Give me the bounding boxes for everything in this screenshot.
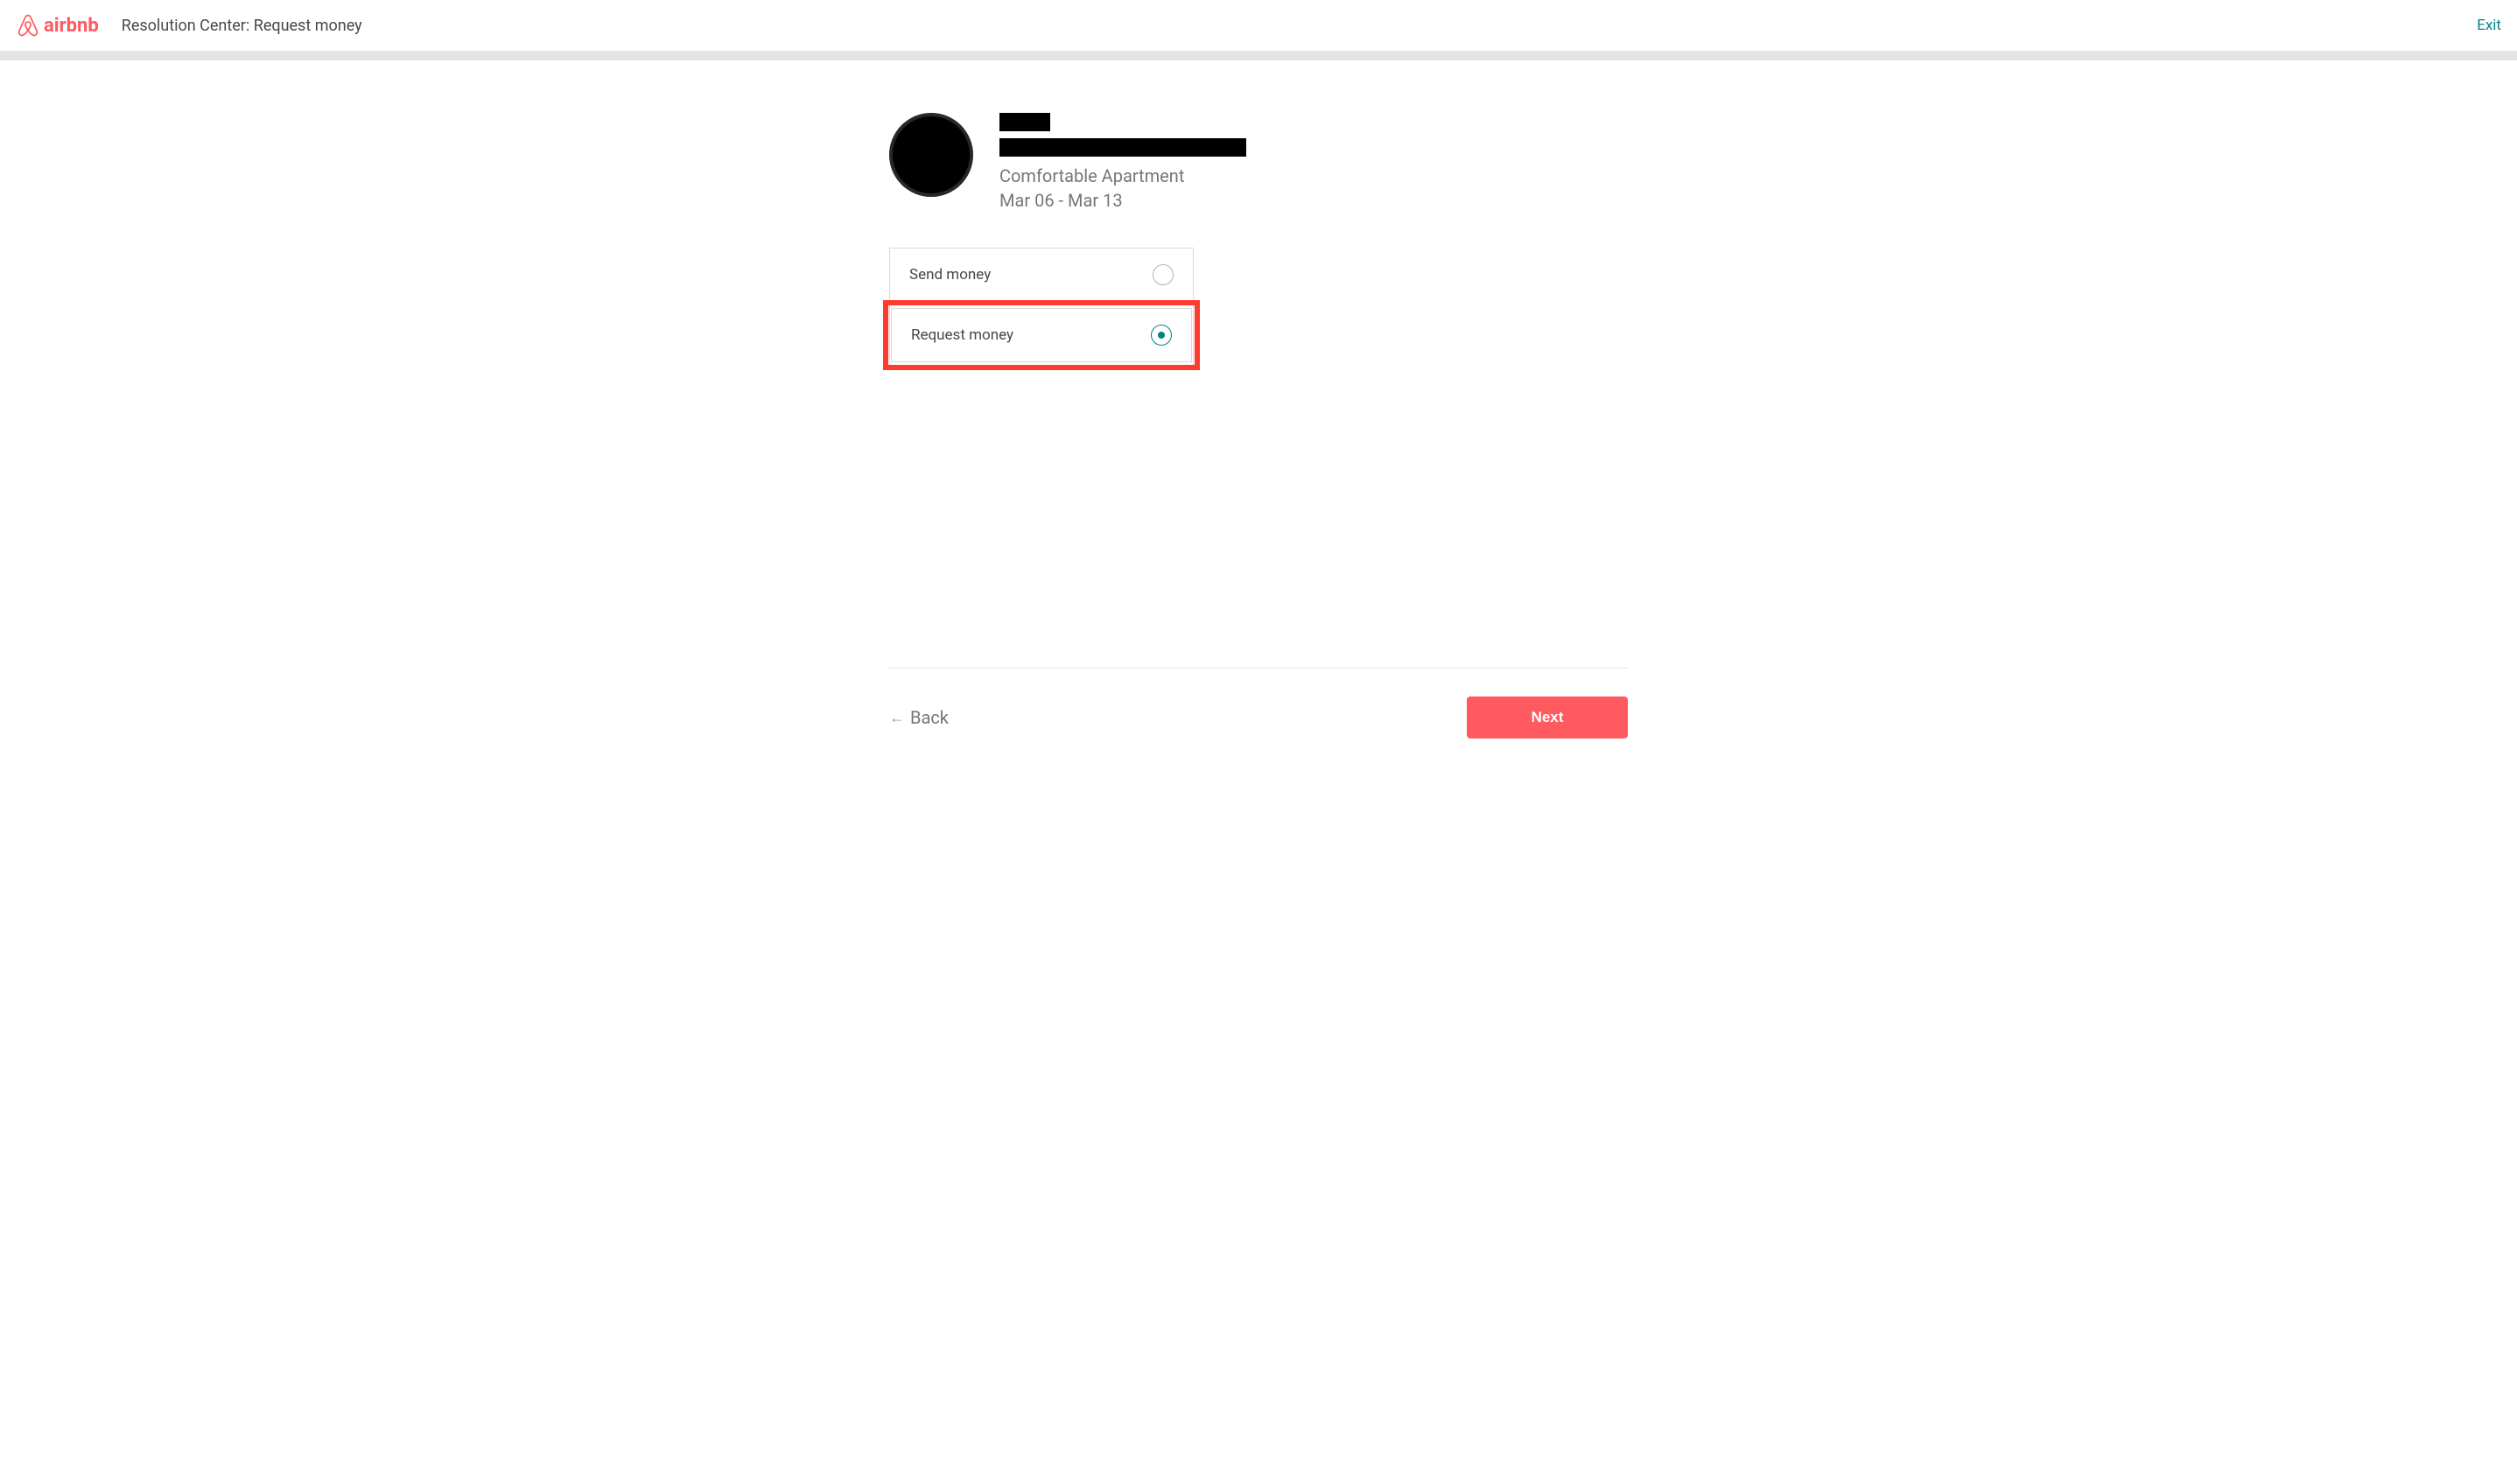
airbnb-logo-text: airbnb [44,15,99,37]
content: Comfortable Apartment Mar 06 - Mar 13 Se… [889,60,1628,370]
options-wrapper: Send money Request money [889,248,1194,370]
airbnb-logo-icon [16,12,40,38]
header-left: airbnb Resolution Center: Request money [16,12,362,38]
page-title: Resolution Center: Request money [122,17,362,35]
divider-bar [0,52,2517,60]
option-send-money[interactable]: Send money [890,248,1193,301]
back-arrow-icon: ← [889,709,905,727]
back-label: Back [910,707,949,728]
radio-request-money[interactable] [1151,325,1172,346]
footer: ← Back Next [889,668,1628,756]
next-button[interactable]: Next [1467,696,1628,738]
reservation-dates: Mar 06 - Mar 13 [999,190,1246,211]
option-request-money[interactable]: Request money [891,308,1192,362]
back-button[interactable]: ← Back [889,707,949,728]
reservation-info: Comfortable Apartment Mar 06 - Mar 13 [889,113,1628,211]
option-send-money-label: Send money [909,266,991,284]
header: airbnb Resolution Center: Request money … [0,0,2517,52]
option-request-money-label: Request money [911,326,1013,344]
radio-send-money[interactable] [1153,264,1174,285]
avatar [889,113,973,197]
listing-name: Comfortable Apartment [999,165,1246,186]
highlight-annotation: Request money [883,300,1200,370]
reservation-text: Comfortable Apartment Mar 06 - Mar 13 [999,113,1246,211]
options-list: Send money Request money [889,248,1194,370]
airbnb-logo[interactable]: airbnb [16,12,99,38]
redacted-address [999,138,1246,157]
exit-link[interactable]: Exit [2477,17,2501,34]
redacted-name [999,113,1050,131]
